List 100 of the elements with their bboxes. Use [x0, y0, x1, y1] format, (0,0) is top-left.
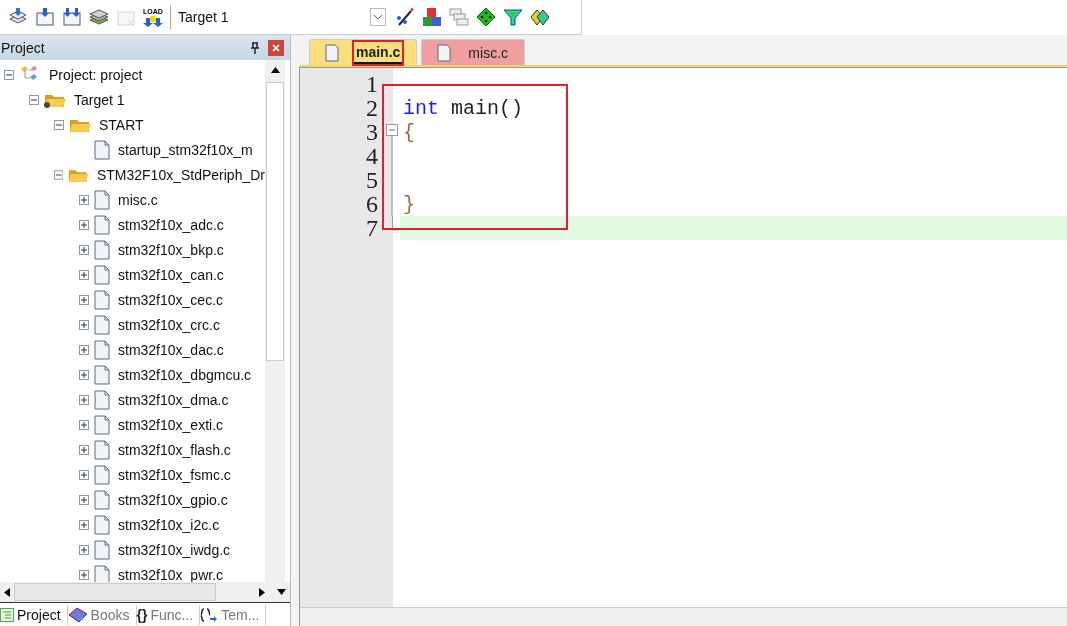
- code-line: }: [403, 192, 415, 216]
- expand-icon[interactable]: [79, 419, 89, 430]
- tree-item[interactable]: stm32f10x_flash.c: [0, 437, 265, 462]
- scroll-left-icon[interactable]: [4, 587, 10, 597]
- windows-icon: [449, 7, 469, 27]
- collapse-icon[interactable]: [54, 169, 64, 180]
- collapse-icon[interactable]: [4, 69, 14, 80]
- packages-icon: [530, 7, 550, 27]
- collapse-icon[interactable]: [54, 119, 64, 130]
- tree-icon: [0, 607, 14, 622]
- file-icon: [93, 339, 111, 360]
- toolbar-button[interactable]: [476, 7, 496, 27]
- panel-title: Project: [1, 39, 46, 56]
- close-icon[interactable]: [268, 39, 284, 56]
- file-icon: [93, 389, 111, 410]
- file-icon: [93, 314, 111, 335]
- expand-icon[interactable]: [79, 244, 89, 255]
- tree-item[interactable]: stm32f10x_adc.c: [0, 212, 265, 237]
- braces-icon: {}: [136, 606, 148, 623]
- tree-item[interactable]: stm32f10x_i2c.c: [0, 512, 265, 537]
- expand-icon[interactable]: [79, 444, 89, 455]
- file-icon: [93, 189, 111, 210]
- file-icon: [93, 514, 111, 535]
- tree-item[interactable]: stm32f10x_iwdg.c: [0, 537, 265, 562]
- magic-wand-icon: [395, 7, 415, 27]
- tree-item[interactable]: stm32f10x_crc.c: [0, 312, 265, 337]
- layers-icon: [89, 7, 109, 27]
- tree-item[interactable]: Target 1: [0, 87, 265, 112]
- expand-icon[interactable]: [79, 294, 89, 305]
- file-icon: [93, 539, 111, 560]
- tree-item[interactable]: stm32f10x_pwr.c: [0, 562, 265, 582]
- collapse-icon[interactable]: [29, 94, 39, 105]
- tree-item[interactable]: stm32f10x_fsmc.c: [0, 462, 265, 487]
- template-icon: [200, 607, 219, 622]
- toolbar-button[interactable]: [530, 7, 550, 27]
- scroll-thumb[interactable]: [14, 583, 216, 601]
- file-icon: [93, 489, 111, 510]
- pin-icon[interactable]: [250, 41, 260, 54]
- diamond-icon: [476, 7, 496, 27]
- expand-icon[interactable]: [79, 269, 89, 280]
- tree-item[interactable]: STM32F10x_StdPeriph_Dr: [0, 162, 265, 187]
- funnel-icon: [503, 7, 523, 27]
- tree-item[interactable]: START: [0, 112, 265, 137]
- tree-item[interactable]: stm32f10x_bkp.c: [0, 237, 265, 262]
- tree-item[interactable]: Project: project: [0, 62, 265, 87]
- expand-icon[interactable]: [79, 494, 89, 505]
- panel-tab[interactable]: Books: [67, 604, 137, 625]
- tree-item[interactable]: startup_stm32f10x_m: [0, 137, 265, 162]
- code-line: int main(): [403, 96, 524, 120]
- tree-item[interactable]: stm32f10x_exti.c: [0, 412, 265, 437]
- tree-item[interactable]: stm32f10x_dma.c: [0, 387, 265, 412]
- panel-tab[interactable]: {} Func...: [136, 604, 201, 625]
- file-icon: [436, 43, 453, 62]
- toolbar-button[interactable]: [395, 7, 415, 27]
- file-icon: [93, 564, 111, 582]
- file-icon: [93, 289, 111, 310]
- file-icon: [93, 414, 111, 435]
- scroll-down-icon[interactable]: [277, 589, 286, 595]
- file-icon: [93, 239, 111, 260]
- tree-item[interactable]: misc.c: [0, 187, 265, 212]
- expand-icon[interactable]: [79, 369, 89, 380]
- horizontal-scrollbar[interactable]: [0, 582, 290, 603]
- expand-icon[interactable]: [79, 394, 89, 405]
- expand-icon[interactable]: [79, 219, 89, 230]
- vertical-scrollbar[interactable]: [265, 60, 285, 582]
- expand-icon[interactable]: [79, 319, 89, 330]
- file-icon: [93, 364, 111, 385]
- tree-item[interactable]: stm32f10x_cec.c: [0, 287, 265, 312]
- tree-item[interactable]: stm32f10x_gpio.c: [0, 487, 265, 512]
- blocks-icon: [422, 7, 442, 27]
- file-tab[interactable]: main.c: [309, 39, 418, 65]
- panel-tab[interactable]: Tem...: [200, 604, 267, 625]
- file-icon: [93, 464, 111, 485]
- toolbar-button[interactable]: [89, 7, 109, 27]
- file-icon: [93, 264, 111, 285]
- target-select[interactable]: Target 1: [178, 8, 386, 26]
- expand-icon[interactable]: [79, 469, 89, 480]
- file-icon: [93, 139, 111, 160]
- scroll-up-icon[interactable]: [270, 67, 280, 73]
- panel-tab[interactable]: Project: [0, 604, 68, 625]
- download-icon: [35, 7, 55, 27]
- file-tab[interactable]: misc.c: [421, 39, 526, 65]
- expand-icon[interactable]: [79, 519, 89, 530]
- file-icon: [93, 439, 111, 460]
- file-icon: [93, 214, 111, 235]
- tree-item[interactable]: stm32f10x_dac.c: [0, 337, 265, 362]
- scroll-right-icon[interactable]: [259, 587, 265, 597]
- download-icon: [62, 7, 82, 27]
- file-icon: [324, 43, 340, 62]
- book-icon: [67, 606, 88, 623]
- tree-item[interactable]: stm32f10x_can.c: [0, 262, 265, 287]
- tree-item[interactable]: stm32f10x_dbgmcu.c: [0, 362, 265, 387]
- expand-icon[interactable]: [79, 569, 89, 580]
- expand-icon[interactable]: [79, 344, 89, 355]
- download-arrows-icon: [143, 14, 163, 27]
- code-line: {: [403, 120, 415, 144]
- fold-end-icon: [392, 216, 399, 231]
- expand-icon[interactable]: [79, 194, 89, 205]
- expand-icon[interactable]: [79, 544, 89, 555]
- scroll-thumb[interactable]: [266, 82, 284, 361]
